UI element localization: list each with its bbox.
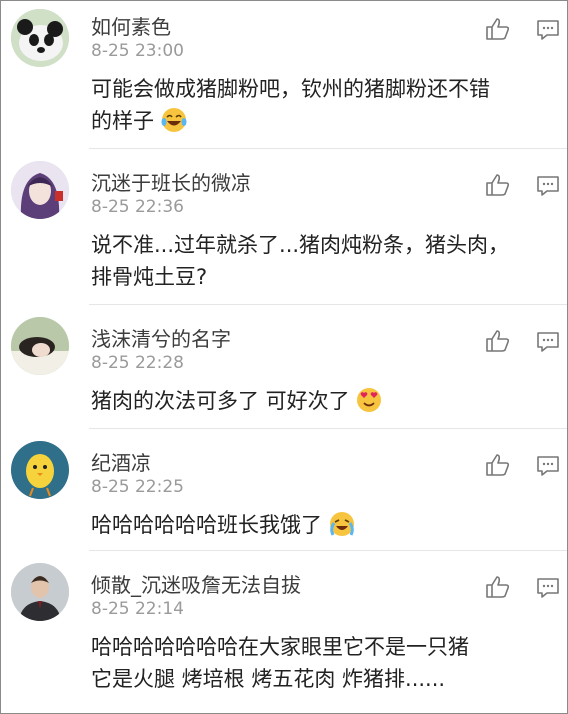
- comment-line-wrap: 哈哈哈哈哈哈班长我饿了: [91, 509, 551, 541]
- comment-line: 哈哈哈哈哈哈哈在大家眼里它不是一只猪: [91, 635, 469, 659]
- username[interactable]: 浅沫清兮的名字: [91, 323, 231, 352]
- comment-text: 猪肉的次法可多了 可好次了: [91, 385, 551, 417]
- comment-item: 如何素色 8-25 23:00 可能会做成猪脚粉吧，钦州的猪脚粉还不错 的样子: [1, 1, 567, 149]
- comment-icon[interactable]: [536, 175, 560, 197]
- anime-girl-avatar[interactable]: [11, 161, 69, 219]
- comment-icon[interactable]: [536, 455, 560, 477]
- thumbs-up-icon[interactable]: [485, 575, 511, 599]
- comment-line: 的样子: [91, 109, 154, 133]
- username[interactable]: 倾散_沉迷吸詹无法自拔: [91, 569, 301, 598]
- yellow-chick-avatar[interactable]: [11, 441, 69, 499]
- panda-avatar[interactable]: [11, 9, 69, 67]
- comment-list: 如何素色 8-25 23:00 可能会做成猪脚粉吧，钦州的猪脚粉还不错 的样子: [0, 0, 568, 714]
- timestamp: 8-25 23:00: [91, 41, 184, 61]
- comment-text: 哈哈哈哈哈哈哈在大家眼里它不是一只猪 它是火腿 烤培根 烤五花肉 炸猪排....…: [91, 631, 551, 695]
- comment-item: 沉迷于班长的微凉 8-25 22:36 说不准...过年就杀了...猪肉炖粉条，…: [1, 149, 567, 305]
- comment-icon[interactable]: [536, 331, 560, 353]
- comment-line: 猪肉的次法可多了 可好次了: [91, 389, 350, 413]
- man-suit-avatar[interactable]: [11, 563, 69, 621]
- comment-text: 说不准...过年就杀了...猪肉炖粉条，猪头肉， 排骨炖土豆?: [91, 229, 551, 293]
- heart-eyes-emoji: [357, 388, 382, 412]
- comment-line: 哈哈哈哈哈哈班长我饿了: [91, 513, 322, 537]
- username[interactable]: 纪酒凉: [91, 447, 151, 476]
- laughing-tears-emoji: [161, 108, 187, 132]
- comment-text: 哈哈哈哈哈哈班长我饿了: [91, 509, 551, 541]
- timestamp: 8-25 22:14: [91, 599, 184, 619]
- timestamp: 8-25 22:36: [91, 197, 184, 217]
- thumbs-up-icon[interactable]: [485, 329, 511, 353]
- comment-item: 纪酒凉 8-25 22:25 哈哈哈哈哈哈班长我饿了: [1, 429, 567, 551]
- thumbs-up-icon[interactable]: [485, 17, 511, 41]
- thumbs-up-icon[interactable]: [485, 173, 511, 197]
- comment-line: 可能会做成猪脚粉吧，钦州的猪脚粉还不错: [91, 77, 490, 101]
- comment-item: 倾散_沉迷吸詹无法自拔 8-25 22:14 哈哈哈哈哈哈哈在大家眼里它不是一只…: [1, 551, 567, 713]
- timestamp: 8-25 22:28: [91, 353, 184, 373]
- comment-line-wrap: 的样子: [91, 105, 551, 137]
- comment-line: 说不准...过年就杀了...猪肉炖粉条，猪头肉，: [91, 233, 510, 257]
- comment-item: 浅沫清兮的名字 8-25 22:28 猪肉的次法可多了 可好次了: [1, 305, 567, 429]
- timestamp: 8-25 22:25: [91, 477, 184, 497]
- comment-line-wrap: 猪肉的次法可多了 可好次了: [91, 385, 551, 417]
- comment-text: 可能会做成猪脚粉吧，钦州的猪脚粉还不错 的样子: [91, 73, 551, 137]
- crying-laughing-emoji: [329, 512, 354, 536]
- comment-icon[interactable]: [536, 577, 560, 599]
- comment-line: 它是火腿 烤培根 烤五花肉 炸猪排......: [91, 667, 446, 691]
- comment-icon[interactable]: [536, 19, 560, 41]
- username[interactable]: 沉迷于班长的微凉: [91, 167, 251, 196]
- username[interactable]: 如何素色: [91, 11, 171, 40]
- thumbs-up-icon[interactable]: [485, 453, 511, 477]
- girl-lying-avatar[interactable]: [11, 317, 69, 375]
- comment-line: 排骨炖土豆?: [91, 265, 208, 289]
